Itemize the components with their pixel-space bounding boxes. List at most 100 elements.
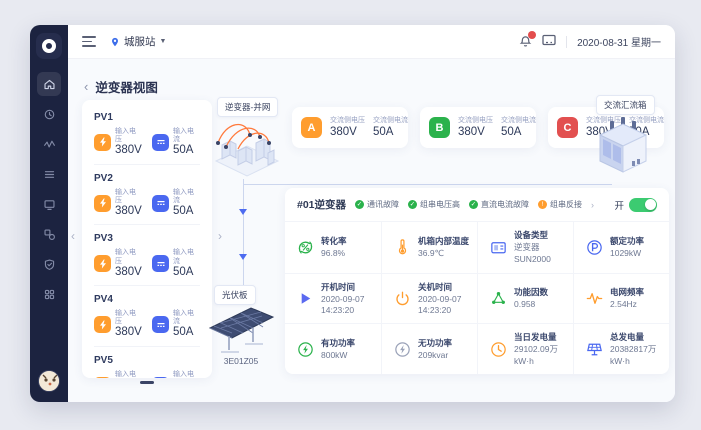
pv-name: PV1	[94, 112, 113, 123]
voltage-icon	[94, 376, 111, 378]
back-button[interactable]: ‹	[84, 80, 88, 93]
notifications-button[interactable]	[519, 30, 537, 49]
pv-item[interactable]: PV2 输入电压 380V 输入电流 50A	[94, 165, 200, 226]
solar-panel-code: 3E01Z05	[223, 356, 259, 366]
pv-item[interactable]: PV3 输入电压 380V 输入电流 50A	[94, 225, 200, 287]
metric-power-on-time: 开机时间 2020-09-07 14:23:20	[285, 272, 381, 324]
flow-arrow-icon	[239, 209, 247, 215]
switch-label: 开	[614, 200, 624, 212]
current-icon	[152, 194, 169, 212]
metric-daily-energy: 当日发电量 29102.09万kW·h	[477, 323, 573, 374]
components-icon	[43, 228, 55, 240]
legend-more-button[interactable]: ›	[591, 200, 594, 210]
carousel-prev-button[interactable]: ‹	[71, 229, 75, 243]
power-toggle[interactable]	[629, 197, 657, 212]
current-icon	[152, 376, 169, 378]
menu-toggle-icon[interactable]	[82, 36, 96, 47]
metric-conversion-rate: 转化率 96.8%	[285, 222, 381, 273]
screen-icon	[542, 34, 556, 45]
connector-vertical	[243, 179, 244, 287]
pv-list-panel: PV1 输入电压 380V 输入电流 50A PV2 输入电压 380V 输入电…	[82, 100, 212, 378]
sidebar-item-components[interactable]	[37, 222, 61, 246]
inverter-illustration	[214, 124, 280, 177]
warn-circle-icon: !	[538, 200, 548, 209]
logo-ring-icon	[42, 39, 56, 53]
metric-temperature: 机箱内部温度 36.9℃	[381, 222, 477, 273]
toggle-knob	[644, 199, 656, 210]
power-off-icon	[396, 291, 409, 306]
clock-icon	[44, 109, 54, 119]
page-title-row: ‹ 逆变器视图	[84, 77, 158, 96]
current-icon	[152, 316, 169, 334]
grid-frequency-icon	[586, 293, 603, 304]
metric-power-off-time: 关机时间 2020-09-07 14:23:20	[381, 272, 477, 324]
sidebar-item-devices[interactable]	[37, 192, 61, 216]
grid-icon	[44, 289, 54, 299]
power-factor-icon	[492, 292, 505, 304]
phase-a-box: A 交流侧电压 380V 交流侧电流 50A	[292, 107, 408, 148]
fullscreen-button[interactable]	[542, 33, 556, 51]
pv-item[interactable]: PV4 输入电压 380V 输入电流 50A	[94, 286, 200, 347]
divider	[566, 35, 568, 48]
metric-grid-frequency: 电网频率 2.54Hz	[573, 272, 669, 324]
detail-title: #01逆变器	[297, 199, 347, 211]
pv-name: PV4	[94, 294, 113, 306]
metric-total-energy: 总发电量 20382817万kW·h	[573, 323, 669, 374]
total-energy-icon	[587, 343, 602, 355]
station-selector[interactable]: 城服站 ▼	[110, 34, 166, 49]
phase-a-badge: A	[301, 117, 322, 138]
sidebar-item-history[interactable]	[37, 102, 61, 126]
pv-item[interactable]: PV5 输入电压380V 输入电流50A	[94, 347, 200, 378]
sidebar-item-home[interactable]	[37, 72, 61, 96]
sidebar-item-monitoring[interactable]	[37, 132, 61, 156]
home-icon	[43, 79, 55, 89]
combiner-label: 交流汇流箱	[596, 95, 655, 115]
metric-active-power: 有功功率 800kW	[285, 323, 381, 374]
notification-badge	[528, 30, 537, 39]
pv-name: PV5	[94, 354, 113, 366]
main-area: 城服站 ▼ 2020-08-31 星期一 ‹ 逆变器视图 PV1 输入电压 38…	[68, 25, 675, 402]
flow-arrow-icon	[239, 254, 247, 260]
pv-name: PV3	[94, 233, 113, 245]
metric-rated-power: 额定功率 1029kW	[573, 222, 669, 273]
active-power-icon	[298, 341, 313, 357]
conversion-rate-icon	[298, 240, 313, 254]
metrics-grid: 转化率 96.8% 机箱内部温度 36.9℃ 设备类型 逆变器SUN2000 额…	[285, 222, 669, 374]
app-window: 城服站 ▼ 2020-08-31 星期一 ‹ 逆变器视图 PV1 输入电压 38…	[30, 25, 675, 402]
inverter-label: 逆变器-并网	[217, 97, 279, 117]
metric-reactive-power: 无功功率 209kvar	[381, 323, 477, 374]
metric-power-factor: 功能因数 0.958	[477, 272, 573, 324]
shield-check-icon	[44, 258, 54, 270]
current-date: 2020-08-31 星期一	[577, 38, 661, 49]
connector-horizontal	[244, 184, 612, 185]
list-icon	[44, 170, 54, 178]
topbar: 城服站 ▼ 2020-08-31 星期一	[68, 25, 675, 59]
desktop-background: 城服站 ▼ 2020-08-31 星期一 ‹ 逆变器视图 PV1 输入电压 38…	[0, 0, 701, 430]
detail-header: #01逆变器 ✓ 通讯故障 ✓ 组串电压高 ✓ 直流电流故障 ! 组串反接 › 开	[285, 188, 669, 222]
rated-power-icon	[587, 240, 602, 255]
carousel-next-button[interactable]: ›	[218, 229, 222, 243]
page-title: 逆变器视图	[95, 81, 158, 95]
sidebar-item-list[interactable]	[37, 162, 61, 186]
device-type-icon	[491, 241, 506, 254]
solar-panel-label: 光伏板	[214, 285, 256, 305]
phase-c-badge: C	[557, 117, 578, 138]
station-name: 城服站	[124, 36, 156, 48]
legend-item: ✓ 通讯故障	[355, 200, 400, 209]
current-icon	[152, 133, 169, 151]
inverter-detail-panel: #01逆变器 ✓ 通讯故障 ✓ 组串电压高 ✓ 直流电流故障 ! 组串反接 › 开	[285, 188, 669, 374]
temperature-icon	[398, 239, 407, 255]
sidebar-item-security[interactable]	[37, 252, 61, 276]
power-on-icon	[301, 293, 311, 304]
current-icon	[152, 255, 169, 273]
app-logo	[36, 33, 62, 59]
pagination-indicator[interactable]	[140, 381, 154, 384]
pv-item[interactable]: PV1 输入电压 380V 输入电流 50A	[94, 104, 200, 165]
sidebar-item-apps[interactable]	[37, 282, 61, 306]
legend-item: ! 组串反接	[538, 199, 582, 210]
user-avatar[interactable]	[38, 370, 60, 392]
legend-item: ✓ 直流电流故障	[469, 200, 530, 209]
monitor-icon	[43, 199, 55, 210]
voltage-icon	[94, 255, 111, 273]
reactive-power-icon	[395, 341, 410, 357]
